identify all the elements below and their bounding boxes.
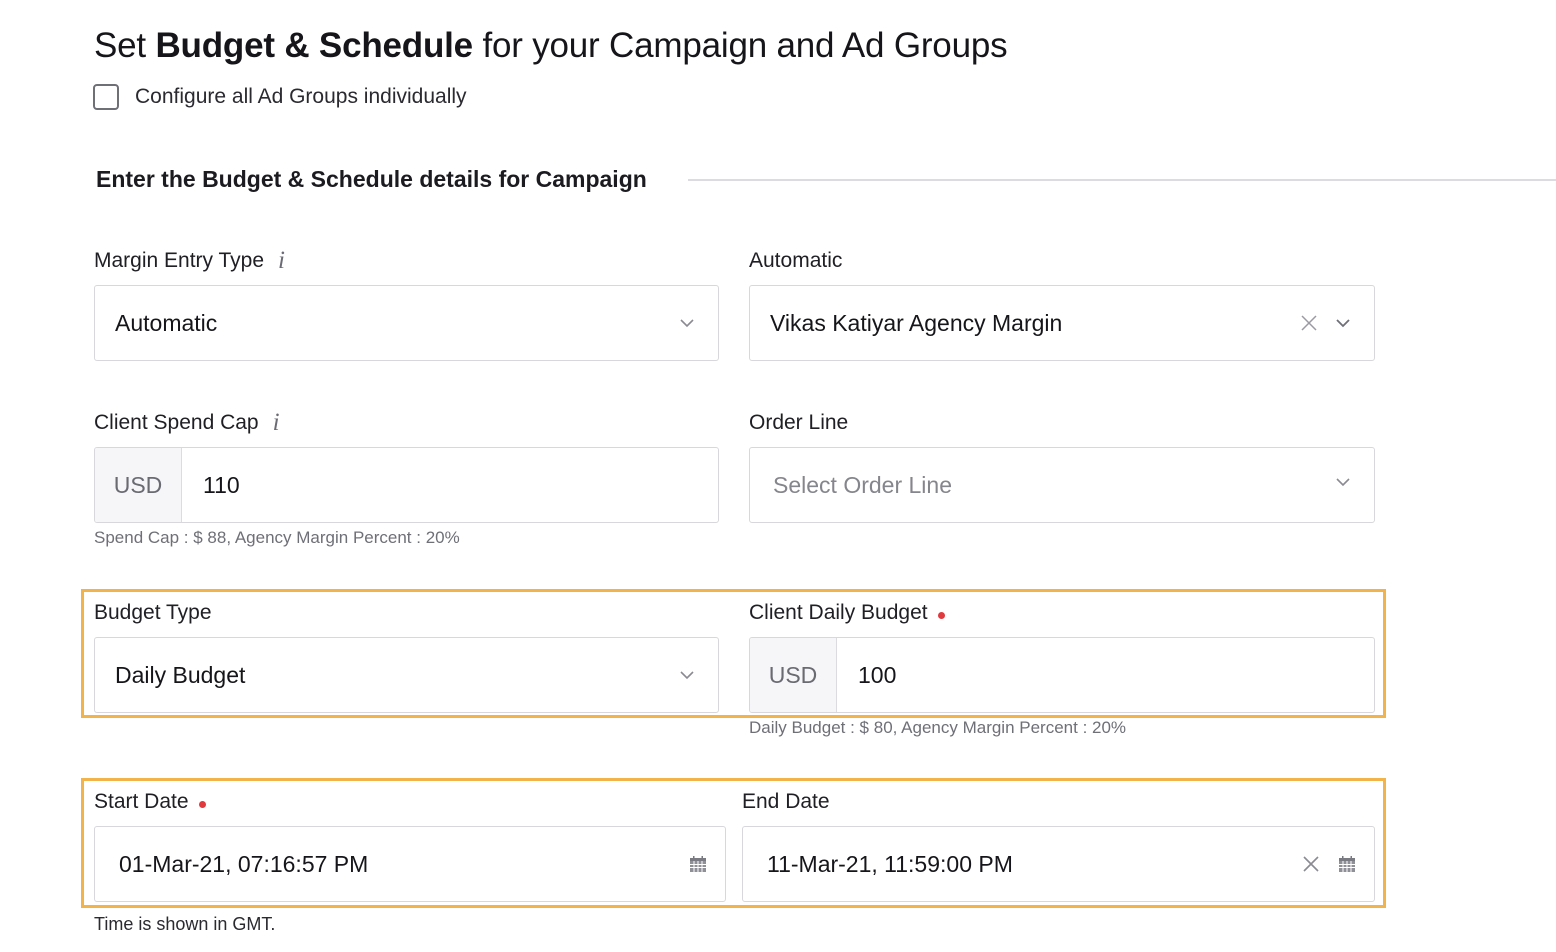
calendar-icon[interactable]: [687, 853, 709, 875]
client-spend-cap-value[interactable]: 110: [182, 472, 240, 499]
client-spend-cap-label: Client Spend Cap i: [94, 409, 280, 437]
start-date-label-text: Start Date: [94, 790, 189, 813]
automatic-label: Automatic: [749, 249, 843, 272]
section-title: Enter the Budget & Schedule details for …: [96, 166, 647, 192]
start-date-picker[interactable]: 01-Mar-21, 07:16:57 PM: [94, 826, 726, 902]
title-bold: Budget & Schedule: [155, 26, 473, 65]
end-date-label: End Date: [742, 790, 830, 813]
clear-icon[interactable]: [1300, 853, 1322, 875]
page-title: Set Budget & Schedule for your Campaign …: [94, 24, 1008, 68]
configure-individually-label: Configure all Ad Groups individually: [135, 85, 467, 108]
budget-type-label: Budget Type: [94, 601, 212, 624]
currency-addon: USD: [750, 638, 837, 712]
section-divider: [688, 179, 1556, 181]
client-spend-cap-label-text: Client Spend Cap: [94, 411, 259, 434]
daily-budget-hint: Daily Budget : $ 80, Agency Margin Perce…: [749, 718, 1127, 737]
configure-individually-checkbox[interactable]: [93, 84, 119, 110]
required-indicator-icon: [937, 611, 945, 619]
chevron-down-icon[interactable]: [1332, 471, 1354, 493]
start-date-value: 01-Mar-21, 07:16:57 PM: [119, 850, 369, 877]
title-prefix: Set: [94, 26, 156, 65]
timezone-note: Time is shown in GMT.: [94, 914, 276, 934]
spend-cap-hint: Spend Cap : $ 88, Agency Margin Percent …: [94, 528, 460, 547]
margin-entry-type-label-text: Margin Entry Type: [94, 249, 265, 272]
margin-entry-type-select[interactable]: Automatic: [94, 285, 719, 361]
chevron-down-icon[interactable]: [676, 312, 698, 334]
margin-entry-type-value: Automatic: [115, 309, 218, 336]
configure-individually-checkbox-row[interactable]: Configure all Ad Groups individually: [93, 83, 467, 111]
order-line-label: Order Line: [749, 411, 849, 434]
client-spend-cap-input[interactable]: USD 110: [94, 447, 719, 523]
client-daily-budget-value[interactable]: 100: [837, 662, 896, 689]
client-daily-budget-label-text: Client Daily Budget: [749, 601, 928, 624]
client-daily-budget-label: Client Daily Budget: [749, 599, 945, 627]
chevron-down-icon[interactable]: [1332, 312, 1354, 334]
required-indicator-icon: [198, 800, 206, 808]
start-date-label: Start Date: [94, 788, 206, 816]
order-line-select[interactable]: Select Order Line: [749, 447, 1375, 523]
agency-margin-value: Vikas Katiyar Agency Margin: [770, 309, 1063, 336]
clear-icon[interactable]: [1298, 312, 1320, 334]
end-date-picker[interactable]: 11-Mar-21, 11:59:00 PM: [742, 826, 1375, 902]
currency-addon: USD: [95, 448, 182, 522]
budget-type-select[interactable]: Daily Budget: [94, 637, 719, 713]
margin-entry-type-label: Margin Entry Type i: [94, 247, 285, 275]
end-date-value: 11-Mar-21, 11:59:00 PM: [767, 850, 1013, 877]
chevron-down-icon[interactable]: [676, 664, 698, 686]
agency-margin-select[interactable]: Vikas Katiyar Agency Margin: [749, 285, 1375, 361]
order-line-placeholder: Select Order Line: [773, 471, 952, 498]
client-daily-budget-input[interactable]: USD 100: [749, 637, 1375, 713]
budget-type-value: Daily Budget: [115, 661, 246, 688]
title-suffix: for your Campaign and Ad Groups: [472, 26, 1008, 65]
calendar-icon[interactable]: [1336, 853, 1358, 875]
info-icon[interactable]: i: [278, 247, 285, 275]
info-icon[interactable]: i: [273, 409, 280, 437]
